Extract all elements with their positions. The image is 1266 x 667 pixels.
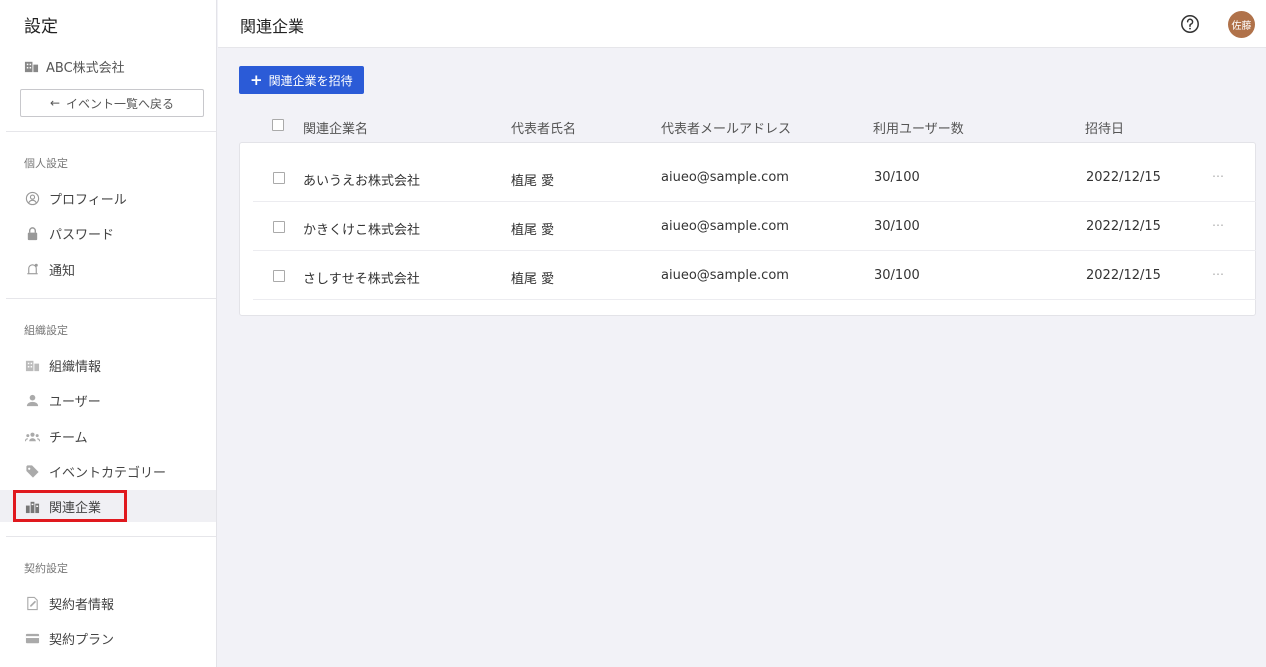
page-title: 関連企業 [240,17,305,36]
sidebar-item-password[interactable]: パスワード [0,217,216,249]
cell-rep-name: 植尾 愛 [511,272,555,287]
sidebar-title: 設定 [24,17,58,37]
column-header-company: 関連企業名 [303,122,369,137]
sidebar-item-label: 契約プラン [49,632,115,648]
section-label-org: 組織設定 [24,324,68,337]
cell-rep-email: aiueo@sample.com [661,170,789,185]
more-options-icon[interactable]: ⋯ [1212,169,1225,183]
cell-rep-email: aiueo@sample.com [661,268,789,283]
section-label-contract: 契約設定 [24,562,68,575]
sidebar-item-label: 通知 [49,263,76,279]
sidebar-item-label: イベントカテゴリー [49,465,167,481]
sidebar-item-contractor-info[interactable]: 契約者情報 [0,587,216,619]
cell-rep-name: 植尾 愛 [511,174,555,189]
table-row: あいうえお株式会社 植尾 愛 aiueo@sample.com 30/100 2… [253,153,1256,202]
sidebar-item-label: 関連企業 [49,500,102,516]
building-icon [25,358,40,373]
cell-rep-name: 植尾 愛 [511,223,555,238]
divider [6,298,216,299]
team-icon [25,429,40,444]
row-checkbox[interactable] [273,172,285,184]
column-header-rep-email: 代表者メールアドレス [661,122,792,137]
sidebar-item-label: ユーザー [49,394,101,410]
table-row: さしすせそ株式会社 植尾 愛 aiueo@sample.com 30/100 2… [253,251,1256,300]
cell-rep-email: aiueo@sample.com [661,219,789,234]
sidebar-item-profile[interactable]: プロフィール [0,182,216,214]
sidebar-item-org-info[interactable]: 組織情報 [0,349,216,381]
more-options-icon[interactable]: ⋯ [1212,267,1225,281]
row-checkbox[interactable] [273,270,285,282]
sidebar-item-label: 組織情報 [49,359,102,375]
sidebar-item-label: チーム [49,430,88,446]
table-row: かきくけこ株式会社 植尾 愛 aiueo@sample.com 30/100 2… [253,202,1256,251]
cell-invited: 2022/12/15 [1086,219,1161,234]
building-icon [24,59,39,74]
cell-invited: 2022/12/15 [1086,170,1161,185]
cell-users: 30/100 [874,170,920,185]
sidebar-item-contract-plan[interactable]: 契約プラン [0,622,216,654]
divider [6,536,216,537]
invite-company-button[interactable]: + 関連企業を招待 [239,66,364,94]
select-all-checkbox[interactable] [272,119,284,131]
sidebar: 設定 ABC株式会社 ← イベント一覧へ戻る 個人設定 プロフィール パスワード… [0,0,217,667]
more-options-icon[interactable]: ⋯ [1212,218,1225,232]
sidebar-item-users[interactable]: ユーザー [0,384,216,416]
section-label-personal: 個人設定 [24,157,68,170]
sidebar-item-label: プロフィール [49,192,127,208]
sidebar-item-label: パスワード [49,227,115,243]
cell-invited: 2022/12/15 [1086,268,1161,283]
sidebar-item-label: 契約者情報 [49,597,115,613]
org-name-label: ABC株式会社 [46,61,125,76]
back-to-events-button[interactable]: ← イベント一覧へ戻る [20,89,204,117]
cell-users: 30/100 [874,219,920,234]
sidebar-item-event-category[interactable]: イベントカテゴリー [0,455,216,487]
org-name: ABC株式会社 [24,57,125,76]
header: 関連企業 佐藤 [218,0,1266,48]
back-button-label: イベント一覧へ戻る [66,96,175,111]
table-header: 関連企業名 代表者氏名 代表者メールアドレス 利用ユーザー数 招待日 [239,112,1255,140]
bell-icon [25,262,40,277]
cell-users: 30/100 [874,268,920,283]
column-header-rep-name: 代表者氏名 [511,122,577,137]
lock-icon [25,226,40,241]
divider [6,131,216,132]
plus-icon: + [250,70,263,89]
help-icon[interactable] [1180,14,1200,34]
row-checkbox[interactable] [273,221,285,233]
document-edit-icon [25,596,40,611]
user-circle-icon [25,191,40,206]
sidebar-item-related-companies[interactable]: 関連企業 [0,490,216,522]
credit-card-icon [25,631,40,646]
column-header-invited: 招待日 [1085,122,1125,137]
avatar[interactable]: 佐藤 [1228,11,1255,38]
arrow-left-icon: ← [49,96,61,110]
sidebar-item-team[interactable]: チーム [0,420,216,452]
cell-company: かきくけこ株式会社 [303,223,421,238]
buildings-chart-icon [25,499,40,514]
cell-company: あいうえお株式会社 [303,174,421,189]
sidebar-item-notification[interactable]: 通知 [0,253,216,285]
cell-company: さしすせそ株式会社 [303,272,420,287]
column-header-users: 利用ユーザー数 [873,122,964,137]
invite-button-label: 関連企業を招待 [268,73,353,88]
tag-icon [25,464,40,479]
companies-table: あいうえお株式会社 植尾 愛 aiueo@sample.com 30/100 2… [239,142,1256,316]
user-icon [25,393,40,408]
